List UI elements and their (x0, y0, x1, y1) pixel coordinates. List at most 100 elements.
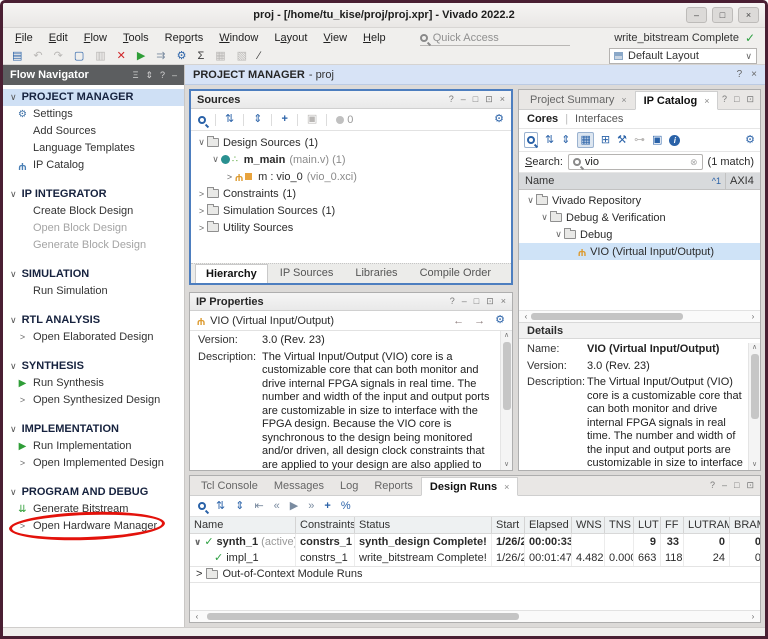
fn-section-rtl-analysis[interactable]: ∨RTL ANALYSIS (3, 312, 184, 329)
out-of-context-row[interactable]: > Out-of-Context Module Runs (190, 566, 760, 583)
tab-project-summary[interactable]: Project Summary× (522, 90, 635, 109)
fn-section-simulation[interactable]: ∨SIMULATION (3, 266, 184, 283)
settings-gear-icon[interactable]: ⚙ (177, 49, 187, 64)
close-icon[interactable]: × (501, 296, 506, 307)
run-row-impl[interactable]: ✓impl_1 constrs_1 write_bitstream Comple… (190, 550, 760, 566)
wrench-icon[interactable]: ⚒ (617, 133, 627, 148)
disabled-tool-icon[interactable]: ▦ (215, 49, 225, 64)
close-icon[interactable]: × (500, 94, 505, 105)
menu-window[interactable]: Window (219, 32, 258, 44)
report-sigma-icon[interactable]: Σ (197, 49, 204, 64)
menu-layout[interactable]: Layout (274, 32, 307, 44)
gear-icon[interactable]: ⚙ (745, 133, 755, 148)
close-icon[interactable]: × (504, 482, 509, 492)
run-icon[interactable]: ▶ (137, 49, 145, 64)
redo-icon[interactable]: ↷ (54, 49, 63, 64)
clear-search-icon[interactable]: ⊗ (690, 157, 698, 168)
maximize-panel-icon[interactable]: □ (474, 296, 479, 307)
maximize-button[interactable]: □ (712, 7, 733, 23)
scroll-left-icon[interactable]: ‹ (521, 312, 531, 321)
tab-ip-catalog[interactable]: IP Catalog× (635, 91, 719, 110)
tree-item-m-main[interactable]: ∨ ∴ m_main(main.v) (1) (191, 151, 511, 168)
info-icon[interactable]: i (669, 135, 680, 146)
scroll-left-icon[interactable]: ‹ (192, 612, 202, 621)
hierarchy-view-icon[interactable]: ⊞ (601, 133, 610, 148)
fn-item-open-synthesized-design[interactable]: >Open Synthesized Design (3, 392, 184, 409)
scrollbar-thumb[interactable] (503, 342, 511, 410)
tree-item-debug-verification[interactable]: ∨ Debug & Verification (519, 209, 760, 226)
menu-edit[interactable]: Edit (49, 32, 68, 44)
fn-item-run-synthesis[interactable]: ▶Run Synthesis (3, 375, 184, 392)
paste-icon[interactable]: ▥ (95, 49, 105, 64)
back-arrow-icon[interactable]: ← (453, 315, 464, 327)
fn-item-open-elaborated-design[interactable]: >Open Elaborated Design (3, 329, 184, 346)
tab-compile-order[interactable]: Compile Order (410, 264, 502, 283)
percent-icon[interactable]: % (341, 499, 351, 514)
collapse-all-icon[interactable]: Ξ (133, 70, 139, 81)
minimize-panel-icon[interactable]: – (722, 480, 727, 491)
run-row-synth[interactable]: ∨✓synth_1 (active) constrs_1 synth_desig… (190, 534, 760, 550)
fn-section-implementation[interactable]: ∨IMPLEMENTATION (3, 421, 184, 438)
run-status[interactable]: write_bitstream Complete ✓ (614, 31, 755, 45)
add-sources-icon[interactable]: + (281, 112, 287, 127)
expand-all-icon[interactable]: ⇕ (145, 70, 153, 81)
chip-icon[interactable]: ▣ (652, 133, 662, 148)
float-panel-icon[interactable]: ⊡ (746, 94, 754, 105)
tree-item-vio-core[interactable]: Ψ VIO (Virtual Input/Output) (519, 243, 760, 260)
scroll-right-icon[interactable]: › (748, 312, 758, 321)
fn-item-open-block-design[interactable]: Open Block Design (3, 220, 184, 237)
fn-item-ip-catalog[interactable]: ΨIP Catalog (3, 157, 184, 174)
tab-reports[interactable]: Reports (366, 476, 421, 495)
fn-section-project-manager[interactable]: ∨PROJECT MANAGER (3, 89, 184, 106)
close-icon[interactable]: × (621, 95, 626, 105)
expand-all-icon[interactable]: ⇕ (253, 112, 262, 127)
quick-access-search[interactable]: Quick Access (420, 31, 570, 46)
help-icon[interactable]: ? (710, 480, 715, 491)
fn-item-create-block-design[interactable]: Create Block Design (3, 203, 184, 220)
tab-libraries[interactable]: Libraries (345, 264, 407, 283)
menu-reports[interactable]: Reports (165, 32, 204, 44)
column-axi4[interactable]: AXI4 (730, 175, 754, 187)
fn-item-run-simulation[interactable]: Run Simulation (3, 283, 184, 300)
layout-selector[interactable]: Default Layout ∨ (609, 48, 757, 64)
minimize-panel-icon[interactable]: – (461, 94, 466, 105)
minimize-panel-icon[interactable]: – (462, 296, 467, 307)
scrollbar-thumb[interactable] (751, 354, 759, 419)
copy-icon[interactable]: ▢ (74, 49, 84, 64)
tree-item-vivado-repository[interactable]: ∨ Vivado Repository (519, 192, 760, 209)
maximize-panel-icon[interactable]: □ (734, 94, 739, 105)
horizontal-scrollbar[interactable]: ‹ › (190, 610, 760, 622)
scrollbar-thumb[interactable] (531, 313, 683, 320)
go-to-start-icon[interactable]: ⇤ (254, 499, 263, 514)
step-back-icon[interactable]: « (274, 499, 280, 514)
float-panel-icon[interactable]: ⊡ (746, 480, 754, 491)
tab-hierarchy[interactable]: Hierarchy (195, 264, 268, 283)
add-run-icon[interactable]: + (324, 499, 330, 514)
float-panel-icon[interactable]: ⊡ (485, 94, 493, 105)
maximize-panel-icon[interactable]: □ (734, 480, 739, 491)
search-icon[interactable] (198, 502, 206, 510)
filter-icon[interactable]: ▦ (577, 132, 593, 148)
disabled-edit-icon[interactable]: ▧ (237, 49, 247, 64)
search-icon[interactable] (198, 116, 206, 124)
fn-item-open-implemented-design[interactable]: >Open Implemented Design (3, 455, 184, 472)
vertical-scrollbar[interactable]: ∧ ∨ (748, 343, 760, 470)
menu-help[interactable]: Help (363, 32, 386, 44)
minimize-panel-icon[interactable]: – (172, 70, 177, 81)
tab-log[interactable]: Log (332, 476, 366, 495)
tree-item-design-sources[interactable]: ∨ Design Sources(1) (191, 134, 511, 151)
catalog-column-header[interactable]: Name ^1 AXI4 (519, 173, 760, 190)
vertical-scrollbar[interactable]: ∧ ∨ (500, 331, 512, 470)
fn-item-generate-bitstream[interactable]: ⇊Generate Bitstream (3, 501, 184, 518)
properties-icon[interactable]: ▣ (307, 112, 317, 127)
collapse-all-icon[interactable]: ⇅ (216, 499, 225, 514)
tree-item-simulation-sources[interactable]: > Simulation Sources(1) (191, 202, 511, 219)
tab-tcl-console[interactable]: Tcl Console (193, 476, 266, 495)
expand-all-icon[interactable]: ⇕ (561, 133, 570, 148)
tab-ip-sources[interactable]: IP Sources (270, 264, 344, 283)
scrollbar-thumb[interactable] (207, 613, 518, 620)
maximize-panel-icon[interactable]: □ (473, 94, 478, 105)
fn-item-language-templates[interactable]: Language Templates (3, 140, 184, 157)
column-name[interactable]: Name (525, 175, 712, 187)
subtab-cores[interactable]: Cores (527, 113, 558, 125)
